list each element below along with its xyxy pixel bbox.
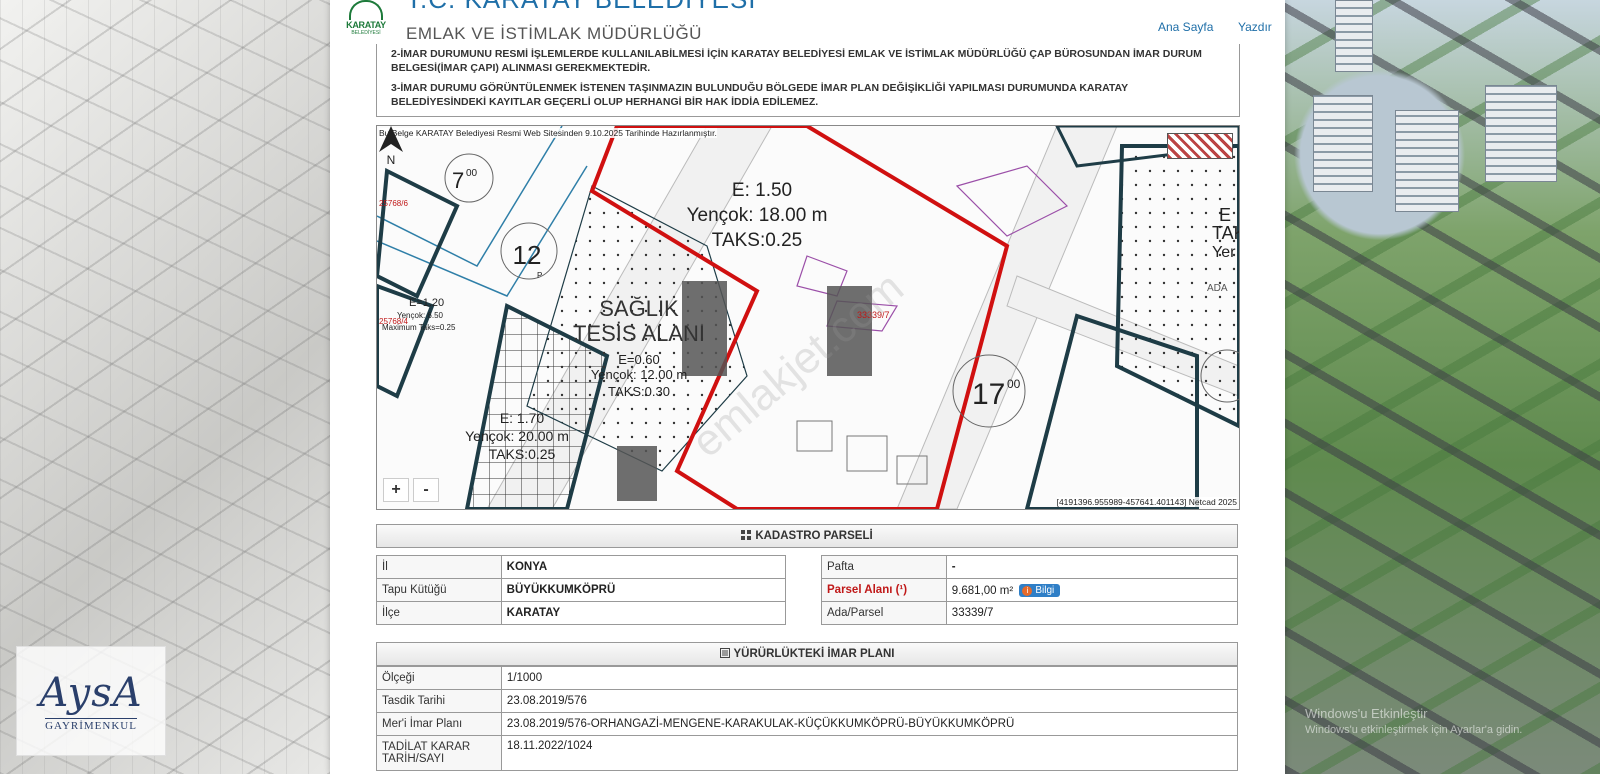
map-label-bottom-h: Yençok: 20.00 m bbox=[465, 428, 569, 444]
row-key-ilce: İlçe bbox=[376, 601, 502, 625]
imar-table: Ölçeği 1/1000 Tasdik Tarihi 23.08.2019/5… bbox=[376, 666, 1239, 771]
notes-box: 2-İMAR DURUMUNU RESMİ İŞLEMLERDE KULLANI… bbox=[376, 44, 1240, 117]
agency-logo: AysA GAYRİMENKUL bbox=[16, 646, 166, 756]
map-note: Bu Belge KARATAY Belediyesi Resmi Web Si… bbox=[379, 128, 717, 138]
kadastro-table-left: İl KONYA Tapu Kütüğü BÜYÜKKUMKÖPRÜ İlçe … bbox=[376, 555, 787, 625]
svg-text:N: N bbox=[387, 153, 396, 166]
logo-name: KARATAY bbox=[346, 20, 386, 30]
map-label-road-7-sup: 00 bbox=[466, 168, 478, 179]
row-value-tadilat: 18.11.2022/1024 bbox=[500, 735, 1239, 771]
map-label-main-taks: TAKS:0.25 bbox=[712, 230, 802, 251]
row-value-pafta: - bbox=[945, 555, 1239, 579]
table-row: Pafta - bbox=[821, 555, 1239, 579]
row-value-il: KONYA bbox=[500, 555, 787, 579]
row-key-il: İl bbox=[376, 555, 502, 579]
kadastro-table-right: Pafta - Parsel Alanı (¹) 9.681,00 m² i Bi… bbox=[821, 555, 1239, 625]
windows-activation-line2: Windows'u etkinleştirmek için Ayarlar'a … bbox=[1305, 724, 1523, 736]
map-label-main-h: Yençok: 18.00 m bbox=[687, 205, 828, 226]
imar-title: YÜRÜRLÜKTEKİ İMAR PLANI bbox=[733, 648, 895, 660]
map-label-saglik-h: Yençok: 12.00 m bbox=[591, 367, 687, 382]
kadastro-title: KADASTRO PARSELİ bbox=[755, 530, 873, 542]
north-arrow-icon: N bbox=[379, 126, 403, 166]
row-key-tasdik: Tasdik Tarihi bbox=[376, 689, 502, 713]
table-row: Ölçeği 1/1000 bbox=[376, 666, 1239, 690]
table-row: Tasdik Tarihi 23.08.2019/576 bbox=[376, 689, 1239, 713]
map-label-saglik-e: E=0.60 bbox=[618, 352, 660, 367]
zoning-map-drawing: E: 1.50 Yençok: 18.00 m TAKS:0.25 12 7 0… bbox=[377, 126, 1239, 509]
map-label-right-ada: ADA bbox=[1207, 283, 1228, 294]
kadastro-header: KADASTRO PARSELİ bbox=[376, 524, 1238, 548]
row-value-tapu: BÜYÜKKUMKÖPRÜ bbox=[500, 578, 787, 602]
map-label-main-e: E: 1.50 bbox=[732, 180, 792, 201]
map-label-right-e: E bbox=[1219, 205, 1231, 225]
map-zoom-controls: + - bbox=[383, 478, 439, 502]
bilgi-label: Bilgi bbox=[1035, 584, 1055, 596]
table-row: Ada/Parsel 33339/7 bbox=[821, 601, 1239, 625]
grid-icon bbox=[741, 530, 752, 540]
background-right-city bbox=[1285, 0, 1600, 774]
windows-activation-line1: Windows'u Etkinleştir bbox=[1305, 706, 1428, 721]
row-value-ilce: KARATAY bbox=[500, 601, 787, 625]
table-row: Tapu Kütüğü BÜYÜKKUMKÖPRÜ bbox=[376, 578, 787, 602]
row-key-parsel-alani: Parsel Alanı (¹) bbox=[821, 578, 947, 602]
map-label-road-7: 7 bbox=[452, 168, 464, 193]
parsel-alani-value: 9.681,00 m² bbox=[951, 584, 1014, 597]
document-icon bbox=[719, 648, 730, 658]
agency-logo-sub: GAYRİMENKUL bbox=[45, 718, 137, 732]
logo-sub: BELEDİYESİ bbox=[351, 30, 381, 36]
row-key-pafta: Pafta bbox=[821, 555, 947, 579]
map-legend-thumbnail[interactable] bbox=[1167, 133, 1233, 159]
org-subtitle: EMLAK VE İSTİMLAK MÜDÜRLÜĞÜ bbox=[406, 24, 702, 43]
row-value-ada-parsel: 33339/7 bbox=[945, 601, 1239, 625]
map-label-saglik-2: TESİS ALANI bbox=[573, 321, 705, 346]
logo-dome-icon bbox=[349, 0, 383, 20]
map-label-left-e: E=1.20 bbox=[409, 297, 444, 309]
document-page: KARATAY BELEDİYESİ T.C. KARATAY BELEDİYE… bbox=[330, 0, 1285, 774]
note-3: 3-İMAR DURUMU GÖRÜNTÜLENMEK İSTENEN TAŞI… bbox=[391, 82, 1128, 108]
table-row: Parsel Alanı (¹) 9.681,00 m² i Bilgi bbox=[821, 578, 1239, 602]
municipality-logo: KARATAY BELEDİYESİ bbox=[342, 0, 390, 44]
map-label-road-12: 12 bbox=[513, 240, 542, 270]
row-value-tasdik: 23.08.2019/576 bbox=[500, 689, 1239, 713]
map-label-right-y: Yer bbox=[1212, 244, 1236, 261]
row-key-meri-plan: Mer'i İmar Planı bbox=[376, 712, 502, 736]
map-label-parcel-3: 25768/6 bbox=[379, 199, 408, 208]
zoom-in-button[interactable]: + bbox=[383, 478, 409, 502]
table-row: İl KONYA bbox=[376, 555, 787, 579]
map-coordinates: [4191396.955989-457641.401143] Netcad 20… bbox=[1056, 497, 1237, 507]
map-label-bottom-e: E: 1.70 bbox=[500, 410, 545, 426]
row-value-olcek: 1/1000 bbox=[500, 666, 1239, 690]
map-label-road-17-sup: 00 bbox=[1007, 377, 1021, 391]
info-icon: i bbox=[1022, 585, 1033, 596]
map-label-parcel-2: 25768/4 bbox=[379, 317, 408, 326]
row-key-tadilat: TADİLAT KARAR TARİH/SAYI bbox=[376, 735, 502, 771]
zoom-out-button[interactable]: - bbox=[413, 478, 439, 502]
map-label-p-marker: P bbox=[537, 271, 542, 280]
windows-activation-watermark: Windows'u Etkinleştir Windows'u etkinleş… bbox=[1305, 706, 1522, 738]
note-2: 2-İMAR DURUMUNU RESMİ İŞLEMLERDE KULLANI… bbox=[391, 48, 1202, 74]
agency-logo-mark: AysA bbox=[39, 670, 143, 716]
map-label-right-t: TAK bbox=[1212, 223, 1239, 243]
home-link[interactable]: Ana Sayfa bbox=[1158, 20, 1213, 34]
print-link[interactable]: Yazdır bbox=[1238, 20, 1272, 34]
row-value-parsel-alani: 9.681,00 m² i Bilgi bbox=[945, 578, 1239, 602]
row-key-tapu: Tapu Kütüğü bbox=[376, 578, 502, 602]
table-row: TADİLAT KARAR TARİH/SAYI 18.11.2022/1024 bbox=[376, 735, 1239, 771]
imar-header: YÜRÜRLÜKTEKİ İMAR PLANI bbox=[376, 642, 1238, 666]
row-key-olcek: Ölçeği bbox=[376, 666, 502, 690]
map-label-saglik-taks: TAKS:0.30 bbox=[608, 384, 670, 399]
map-label-road-17: 17 bbox=[972, 378, 1005, 411]
zoning-map[interactable]: E: 1.50 Yençok: 18.00 m TAKS:0.25 12 7 0… bbox=[376, 125, 1240, 510]
table-row: İlçe KARATAY bbox=[376, 601, 787, 625]
org-title: T.C. KARATAY BELEDİYESİ bbox=[406, 0, 757, 15]
row-value-meri-plan: 23.08.2019/576-ORHANGAZİ-MENGENE-KARAKUL… bbox=[500, 712, 1239, 736]
map-label-saglik-1: SAĞLIK bbox=[599, 296, 679, 321]
table-row: Mer'i İmar Planı 23.08.2019/576-ORHANGAZ… bbox=[376, 712, 1239, 736]
map-label-bottom-taks: TAKS:0.25 bbox=[489, 446, 556, 462]
row-key-ada-parsel: Ada/Parsel bbox=[821, 601, 947, 625]
bilgi-button[interactable]: i Bilgi bbox=[1019, 583, 1061, 597]
page-header: KARATAY BELEDİYESİ T.C. KARATAY BELEDİYE… bbox=[330, 0, 1285, 50]
